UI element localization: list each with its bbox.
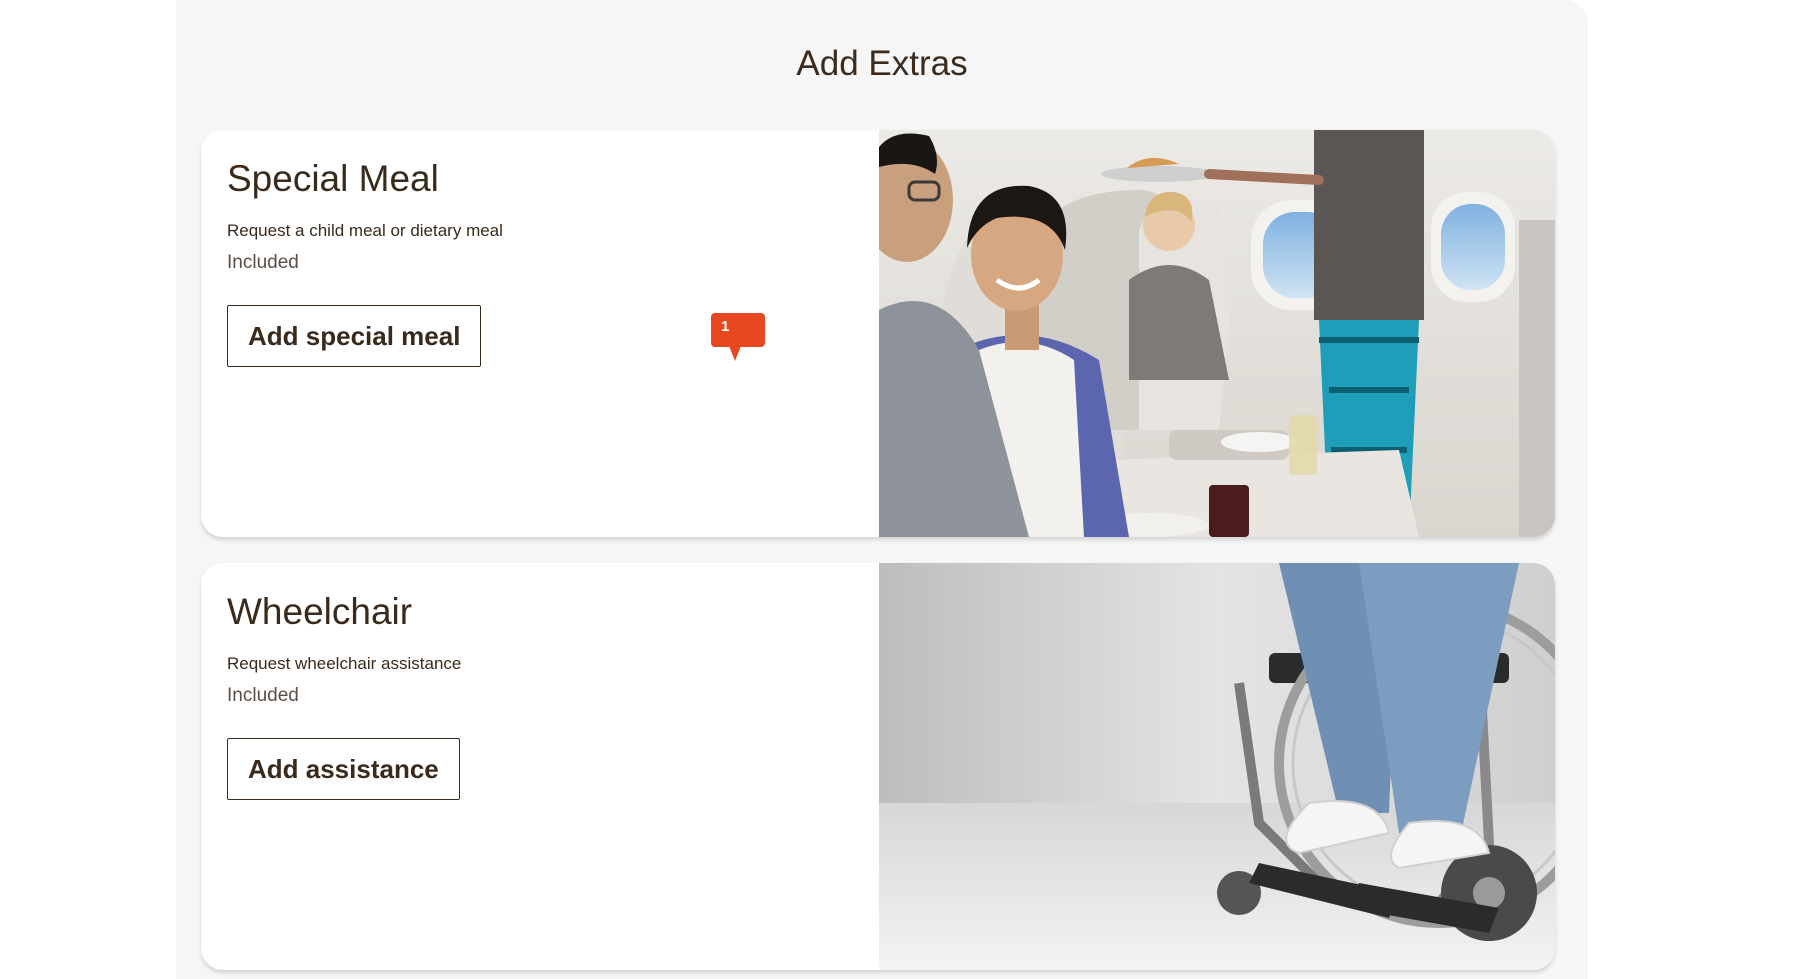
add-assistance-button[interactable]: Add assistance [227,738,460,800]
page-title: Add Extras [796,44,968,83]
notification-badge: 1 [711,313,765,361]
cabin-dining-photo [879,130,1555,537]
wheelchair-photo [879,563,1555,970]
notification-count: 1 [721,318,730,335]
add-extras-panel: Add Extras Special Meal Request a child … [176,0,1588,979]
wheelchair-title: Wheelchair [227,591,413,632]
special-meal-description: Request a child meal or dietary meal [227,221,503,240]
wheelchair-description: Request wheelchair assistance [227,654,462,673]
wheelchair-price: Included [227,685,299,706]
special-meal-card: Special Meal Request a child meal or die… [201,130,1555,537]
wheelchair-card: Wheelchair Request wheelchair assistance… [201,563,1555,970]
special-meal-details: Special Meal Request a child meal or die… [201,130,877,537]
wheelchair-details: Wheelchair Request wheelchair assistance… [201,563,877,970]
special-meal-title: Special Meal [227,158,439,199]
special-meal-price: Included [227,252,299,273]
add-special-meal-button[interactable]: Add special meal [227,305,482,367]
